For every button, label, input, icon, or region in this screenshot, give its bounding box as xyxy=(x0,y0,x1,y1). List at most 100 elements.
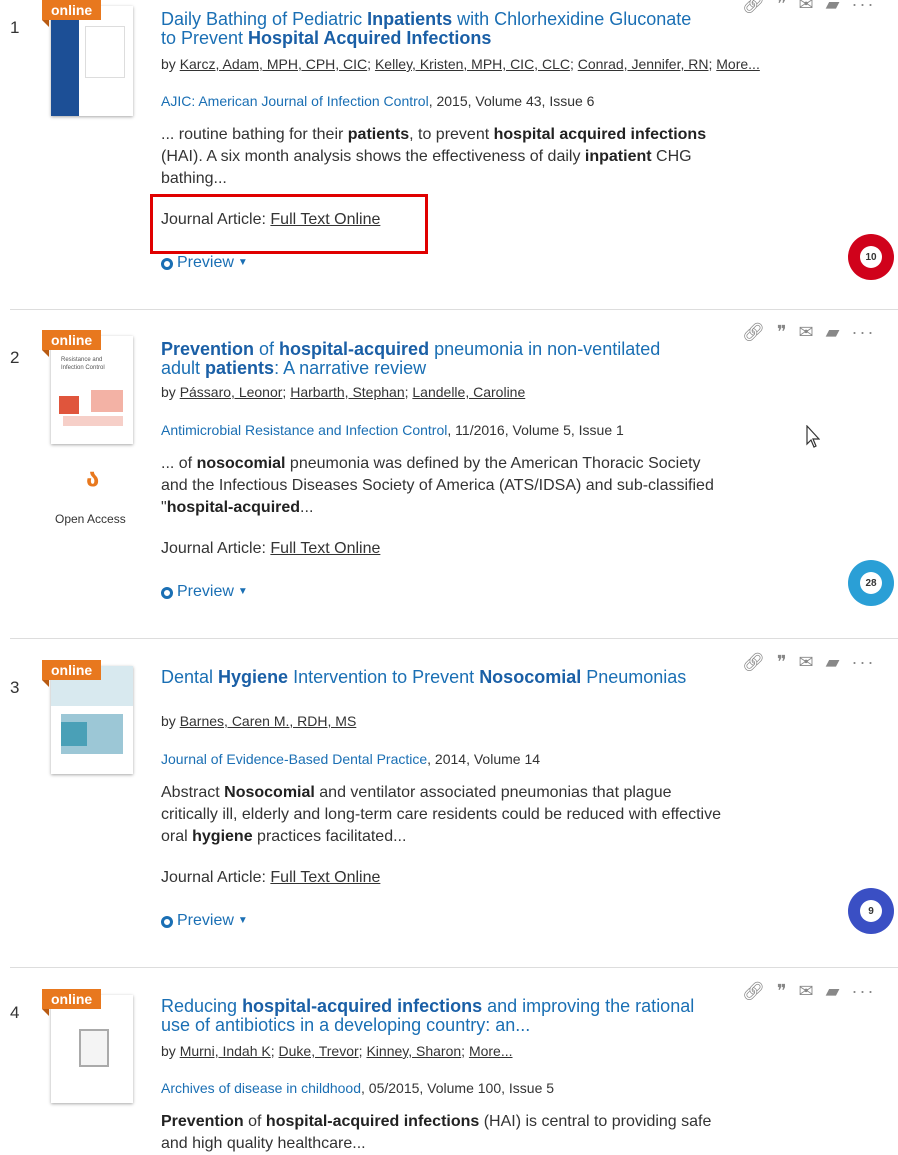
author-separator: ; xyxy=(367,56,375,72)
folder-add-icon[interactable]: ▰ xyxy=(826,322,842,343)
divider xyxy=(10,309,898,310)
highlight-term: inpatient xyxy=(584,148,652,165)
preview-icon xyxy=(161,258,173,270)
result-snippet: Abstract Nosocomial and ventilator assoc… xyxy=(161,782,721,848)
journal-link[interactable]: AJIC: American Journal of Infection Cont… xyxy=(161,93,429,109)
folder-add-icon[interactable]: ▰ xyxy=(826,652,842,673)
more-icon[interactable]: ··· xyxy=(851,652,875,673)
highlight-term: Hospital Acquired Infections xyxy=(248,28,492,48)
format-line: Journal Article: Full Text Online xyxy=(161,869,381,886)
text-run: ... xyxy=(300,499,314,516)
author-link[interactable]: Murni, Indah K xyxy=(180,1043,271,1059)
full-text-online-link[interactable]: Full Text Online xyxy=(270,869,380,886)
cover-thumbnail[interactable]: Resistance and Infection Control xyxy=(51,336,133,444)
online-badge: online xyxy=(42,989,102,1016)
preview-icon xyxy=(161,916,173,928)
cite-icon[interactable]: ❞ xyxy=(777,652,789,673)
open-access-label: Open Access xyxy=(55,512,126,526)
online-badge: online xyxy=(42,330,102,357)
email-icon[interactable]: ✉ xyxy=(799,981,816,1002)
folder-add-icon[interactable]: ▰ xyxy=(826,0,842,15)
preview-button[interactable]: Preview ▼ xyxy=(161,254,248,272)
author-link[interactable]: Kinney, Sharon xyxy=(366,1043,461,1059)
mouse-cursor-icon xyxy=(806,425,820,448)
highlight-term: hospital-acquired infections xyxy=(265,1113,480,1130)
result-authors: by Murni, Indah K; Duke, Trevor; Kinney,… xyxy=(161,1043,513,1059)
caret-down-icon: ▼ xyxy=(237,586,248,597)
folder-add-icon[interactable]: ▰ xyxy=(826,981,842,1002)
result-title[interactable]: Daily Bathing of Pediatric Inpatients wi… xyxy=(161,10,701,48)
email-icon[interactable]: ✉ xyxy=(799,652,816,673)
highlight-term: nosocomial xyxy=(196,455,286,472)
cite-icon[interactable]: ❞ xyxy=(777,322,789,343)
author-link[interactable]: Pássaro, Leonor xyxy=(180,384,283,400)
result-number: 1 xyxy=(10,18,20,37)
result-source: Archives of disease in childhood, 05/201… xyxy=(161,1080,555,1096)
altmetric-donut[interactable]: 10 xyxy=(848,234,894,280)
author-link[interactable]: More... xyxy=(469,1043,513,1059)
author-link[interactable]: Harbarth, Stephan xyxy=(290,384,404,400)
cite-icon[interactable]: ❞ xyxy=(777,0,789,15)
full-text-online-link[interactable]: Full Text Online xyxy=(270,540,380,557)
authors-prefix: by xyxy=(161,384,180,400)
caret-down-icon: ▼ xyxy=(237,915,248,926)
altmetric-donut[interactable]: 28 xyxy=(848,560,894,606)
highlight-term: hygiene xyxy=(192,828,253,845)
more-icon[interactable]: ··· xyxy=(851,0,875,15)
highlight-term: hospital-acquired xyxy=(166,499,301,516)
highlight-term: Nosocomial xyxy=(479,667,582,687)
highlight-term: Inpatients xyxy=(367,9,453,29)
format-line: Journal Article: Full Text Online xyxy=(161,540,381,557)
journal-link[interactable]: Archives of disease in childhood xyxy=(161,1080,361,1096)
authors-prefix: by xyxy=(161,713,180,729)
result-authors: by Pássaro, Leonor; Harbarth, Stephan; L… xyxy=(161,384,525,400)
journal-link[interactable]: Antimicrobial Resistance and Infection C… xyxy=(161,422,447,438)
author-link[interactable]: Conrad, Jennifer, RN xyxy=(578,56,709,72)
email-icon[interactable]: ✉ xyxy=(799,322,816,343)
email-icon[interactable]: ✉ xyxy=(799,0,816,15)
result-title[interactable]: Prevention of hospital-acquired pneumoni… xyxy=(161,340,701,378)
preview-button[interactable]: Preview ▼ xyxy=(161,583,248,601)
result-title[interactable]: Reducing hospital-acquired infections an… xyxy=(161,997,701,1035)
link-icon[interactable]: 🔗︎ xyxy=(742,652,767,673)
more-icon[interactable]: ··· xyxy=(851,322,875,343)
authors-prefix: by xyxy=(161,1043,180,1059)
result-actions: 🔗︎ ❞ ✉ ▰ ··· xyxy=(742,322,885,343)
author-link[interactable]: Landelle, Caroline xyxy=(412,384,525,400)
link-icon[interactable]: 🔗︎ xyxy=(742,0,767,15)
text-run: ... routine bathing for their xyxy=(161,126,348,143)
text-run: of xyxy=(254,339,280,359)
highlight-term: hospital-acquired infections xyxy=(242,996,483,1016)
preview-button[interactable]: Preview ▼ xyxy=(161,912,248,930)
text-run: Intervention to Prevent xyxy=(288,667,480,687)
result-snippet: Prevention of hospital-acquired infectio… xyxy=(161,1111,721,1155)
link-icon[interactable]: 🔗︎ xyxy=(742,981,767,1002)
journal-link[interactable]: Journal of Evidence-Based Dental Practic… xyxy=(161,751,427,767)
result-snippet: ... of nosocomial pneumonia was defined … xyxy=(161,453,721,519)
highlight-term: Prevention xyxy=(161,1113,244,1130)
cover-thumbnail[interactable] xyxy=(51,995,133,1103)
text-run: Pneumonias xyxy=(581,667,687,687)
author-link[interactable]: More... xyxy=(716,56,760,72)
result-source: Antimicrobial Resistance and Infection C… xyxy=(161,422,624,438)
link-icon[interactable]: 🔗︎ xyxy=(742,322,767,343)
divider xyxy=(10,638,898,639)
author-link[interactable]: Karcz, Adam, MPH, CPH, CIC xyxy=(180,56,367,72)
author-link[interactable]: Duke, Trevor xyxy=(279,1043,359,1059)
highlight-term: hospital-acquired xyxy=(279,339,430,359)
result-authors: by Barnes, Caren M., RDH, MS xyxy=(161,713,356,729)
more-icon[interactable]: ··· xyxy=(851,981,875,1002)
online-badge: online xyxy=(42,660,102,687)
text-run: Daily Bathing of Pediatric xyxy=(161,9,368,29)
altmetric-donut[interactable]: 9 xyxy=(848,888,894,934)
author-link[interactable]: Barnes, Caren M., RDH, MS xyxy=(180,713,357,729)
cite-icon[interactable]: ❞ xyxy=(777,981,789,1002)
highlight-term: Nosocomial xyxy=(224,784,315,801)
result-title[interactable]: Dental Hygiene Intervention to Prevent N… xyxy=(161,668,701,687)
cover-thumbnail[interactable] xyxy=(51,6,133,116)
text-run: ... of xyxy=(161,455,197,472)
author-link[interactable]: Kelley, Kristen, MPH, CIC, CLC xyxy=(375,56,570,72)
text-run: , to prevent xyxy=(409,126,494,143)
text-run: Reducing xyxy=(161,996,243,1016)
cover-thumbnail[interactable] xyxy=(51,666,133,774)
